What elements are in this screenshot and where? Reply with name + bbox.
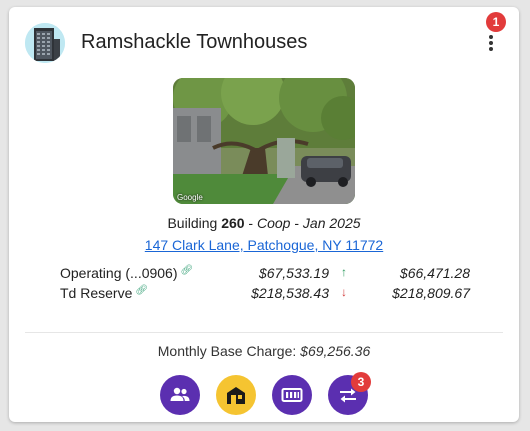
google-watermark: Google — [177, 193, 203, 202]
property-card: Ramshackle Townhouses 1 Google Building … — [9, 7, 519, 422]
divider — [25, 332, 503, 333]
link-icon[interactable]: 🔗︎ — [135, 285, 148, 296]
house-icon — [227, 387, 245, 404]
fund-current-balance: $218,538.43 — [251, 285, 329, 301]
separator: - — [244, 215, 257, 231]
meter-button[interactable] — [272, 375, 312, 415]
charge-label: Monthly Base Charge: — [157, 343, 297, 359]
meter-icon — [281, 388, 303, 402]
building-number: 260 — [221, 215, 245, 231]
building-avatar — [25, 23, 65, 63]
building-type: Coop — [257, 215, 291, 231]
monthly-base-charge: Monthly Base Charge: $69,256.36 — [9, 343, 519, 359]
address-link[interactable]: 147 Clark Lane, Patchogue, NY 11772 — [145, 237, 383, 253]
building-summary: Building 260 - Coop - Jan 2025 — [9, 215, 519, 231]
building-date: Jan 2025 — [302, 215, 361, 231]
people-button[interactable] — [160, 375, 200, 415]
transfer-badge: 3 — [351, 372, 371, 392]
trend-up-icon: ↑ — [341, 265, 347, 279]
people-icon — [170, 387, 190, 401]
fund-row: Operating (...0906) 🔗︎ $67,533.19 ↑ $66,4… — [60, 265, 470, 285]
charge-value: $69,256.36 — [300, 343, 371, 359]
building-prefix: Building — [167, 215, 218, 231]
separator: - — [290, 215, 303, 231]
more-options-button[interactable] — [477, 27, 505, 57]
fund-name[interactable]: Td Reserve 🔗︎ — [60, 285, 148, 301]
address-row: 147 Clark Lane, Patchogue, NY 11772 — [9, 237, 519, 253]
trend-down-icon: ↓ — [341, 285, 347, 299]
more-vertical-icon — [489, 35, 493, 39]
fund-previous-balance: $218,809.67 — [392, 285, 470, 301]
link-icon[interactable]: 🔗︎ — [181, 265, 194, 276]
building-icon — [25, 23, 65, 63]
property-title: Ramshackle Townhouses — [81, 31, 308, 53]
fund-row: Td Reserve 🔗︎ $218,538.43 ↓ $218,809.67 — [60, 285, 470, 305]
fund-current-balance: $67,533.19 — [258, 265, 329, 281]
notification-badge: 1 — [486, 12, 506, 32]
fund-previous-balance: $66,471.28 — [399, 265, 470, 281]
street-view-photo[interactable]: Google — [173, 78, 355, 204]
house-button[interactable] — [216, 375, 256, 415]
fund-name[interactable]: Operating (...0906) 🔗︎ — [60, 265, 193, 281]
